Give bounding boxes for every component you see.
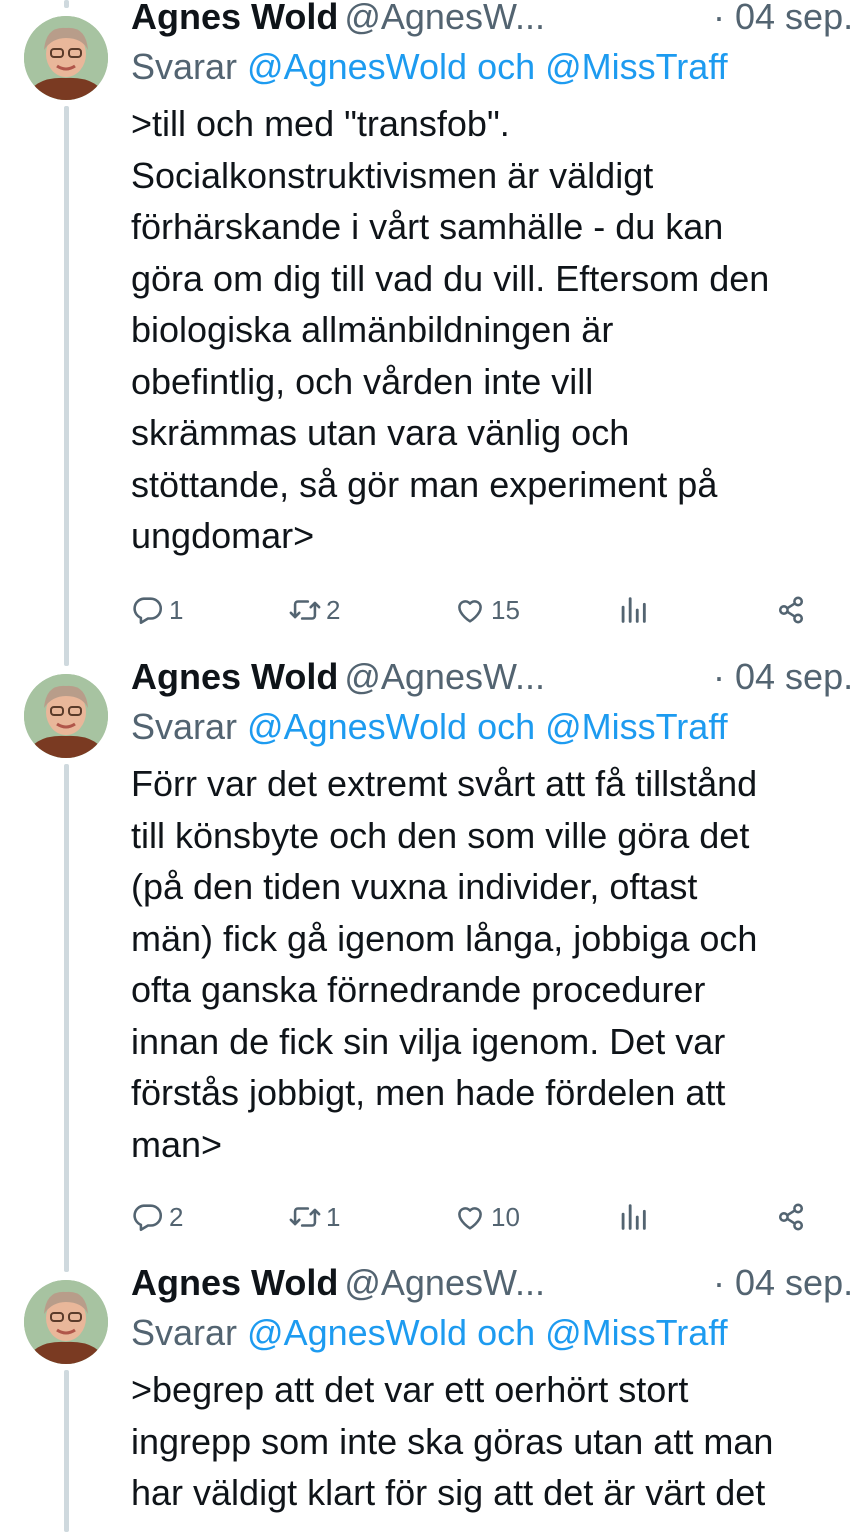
avatar[interactable] (24, 674, 108, 758)
separator: · (713, 1262, 725, 1303)
author-handle[interactable]: @AgnesW... (344, 0, 545, 37)
tweet-actions: 1 2 15 (131, 588, 831, 632)
replying-conjunction: och (477, 46, 536, 87)
replying-conjunction: och (477, 706, 536, 747)
mention-link[interactable]: @AgnesWold (247, 1312, 467, 1353)
replying-prefix: Svarar (131, 46, 238, 87)
avatar[interactable] (24, 1280, 108, 1364)
retweet-button[interactable]: 2 (288, 588, 340, 632)
reply-icon (133, 1204, 163, 1232)
replying-prefix: Svarar (131, 1312, 238, 1353)
separator: · (713, 656, 725, 697)
replying-conjunction: och (477, 1312, 536, 1353)
reply-count: 2 (169, 1201, 184, 1232)
reply-button[interactable]: 1 (131, 588, 183, 632)
author-handle[interactable]: @AgnesW... (344, 656, 545, 697)
author-name[interactable]: Agnes Wold (131, 0, 338, 37)
like-count: 15 (491, 594, 520, 625)
retweet-button[interactable]: 1 (288, 1195, 340, 1239)
mention-link[interactable]: @MissTraff (545, 1312, 728, 1353)
tweet-text: >till och med "transfob". Socialkonstruk… (131, 103, 770, 556)
views-icon (621, 1204, 646, 1230)
retweet-count: 2 (326, 594, 341, 625)
mention-link[interactable]: @AgnesWold (247, 46, 467, 87)
tweet-header: Agnes Wold@AgnesW... · 04 sep. 19 (131, 0, 864, 44)
reply-count: 1 (169, 594, 184, 625)
mention-link[interactable]: @MissTraff (545, 706, 728, 747)
replying-to: Svarar @AgnesWold och @MissTraff (131, 706, 728, 748)
like-count: 10 (491, 1201, 520, 1232)
avatar[interactable] (24, 16, 108, 100)
tweet[interactable]: Agnes Wold@AgnesW... · 04 sep. 19 Svarar… (0, 0, 864, 650)
tweet-text: Förr var det extremt svårt att få tillst… (131, 763, 758, 1165)
like-icon (458, 600, 482, 623)
share-button[interactable] (774, 588, 808, 632)
tweet-header: Agnes Wold@AgnesW... · 04 sep. 19 (131, 656, 864, 704)
retweet-count: 1 (326, 1201, 341, 1232)
share-icon (778, 596, 804, 624)
tweet[interactable]: Agnes Wold@AgnesW... · 04 sep. 19 Svarar… (0, 656, 864, 1260)
replying-to: Svarar @AgnesWold och @MissTraff (131, 1312, 728, 1354)
share-icon (778, 1203, 804, 1231)
author-handle[interactable]: @AgnesW... (344, 1262, 545, 1303)
views-icon (621, 597, 646, 623)
author-name[interactable]: Agnes Wold (131, 1262, 338, 1303)
views-button[interactable] (616, 588, 650, 632)
tweet-date[interactable]: 04 sep. 19 (735, 1262, 864, 1304)
tweet-date[interactable]: 04 sep. 19 (735, 0, 864, 38)
reply-icon (133, 597, 163, 625)
replying-prefix: Svarar (131, 706, 238, 747)
tweet-actions: 2 1 10 (131, 1195, 831, 1239)
tweet[interactable]: Agnes Wold@AgnesW... · 04 sep. 19 Svarar… (0, 1262, 864, 1532)
retweet-icon (289, 1207, 321, 1227)
reply-button[interactable]: 2 (131, 1195, 183, 1239)
replying-to: Svarar @AgnesWold och @MissTraff (131, 46, 728, 88)
like-button[interactable]: 15 (453, 588, 520, 632)
mention-link[interactable]: @MissTraff (545, 46, 728, 87)
author-name[interactable]: Agnes Wold (131, 656, 338, 697)
separator: · (713, 0, 725, 37)
retweet-icon (289, 600, 321, 620)
mention-link[interactable]: @AgnesWold (247, 706, 467, 747)
tweet-header: Agnes Wold@AgnesW... · 04 sep. 19 (131, 1262, 864, 1310)
tweet-text: >begrep att det var ett oerhört stort in… (131, 1369, 774, 1513)
tweet-date[interactable]: 04 sep. 19 (735, 656, 864, 698)
like-button[interactable]: 10 (453, 1195, 520, 1239)
views-button[interactable] (616, 1195, 650, 1239)
like-icon (458, 1207, 482, 1230)
share-button[interactable] (774, 1195, 808, 1239)
